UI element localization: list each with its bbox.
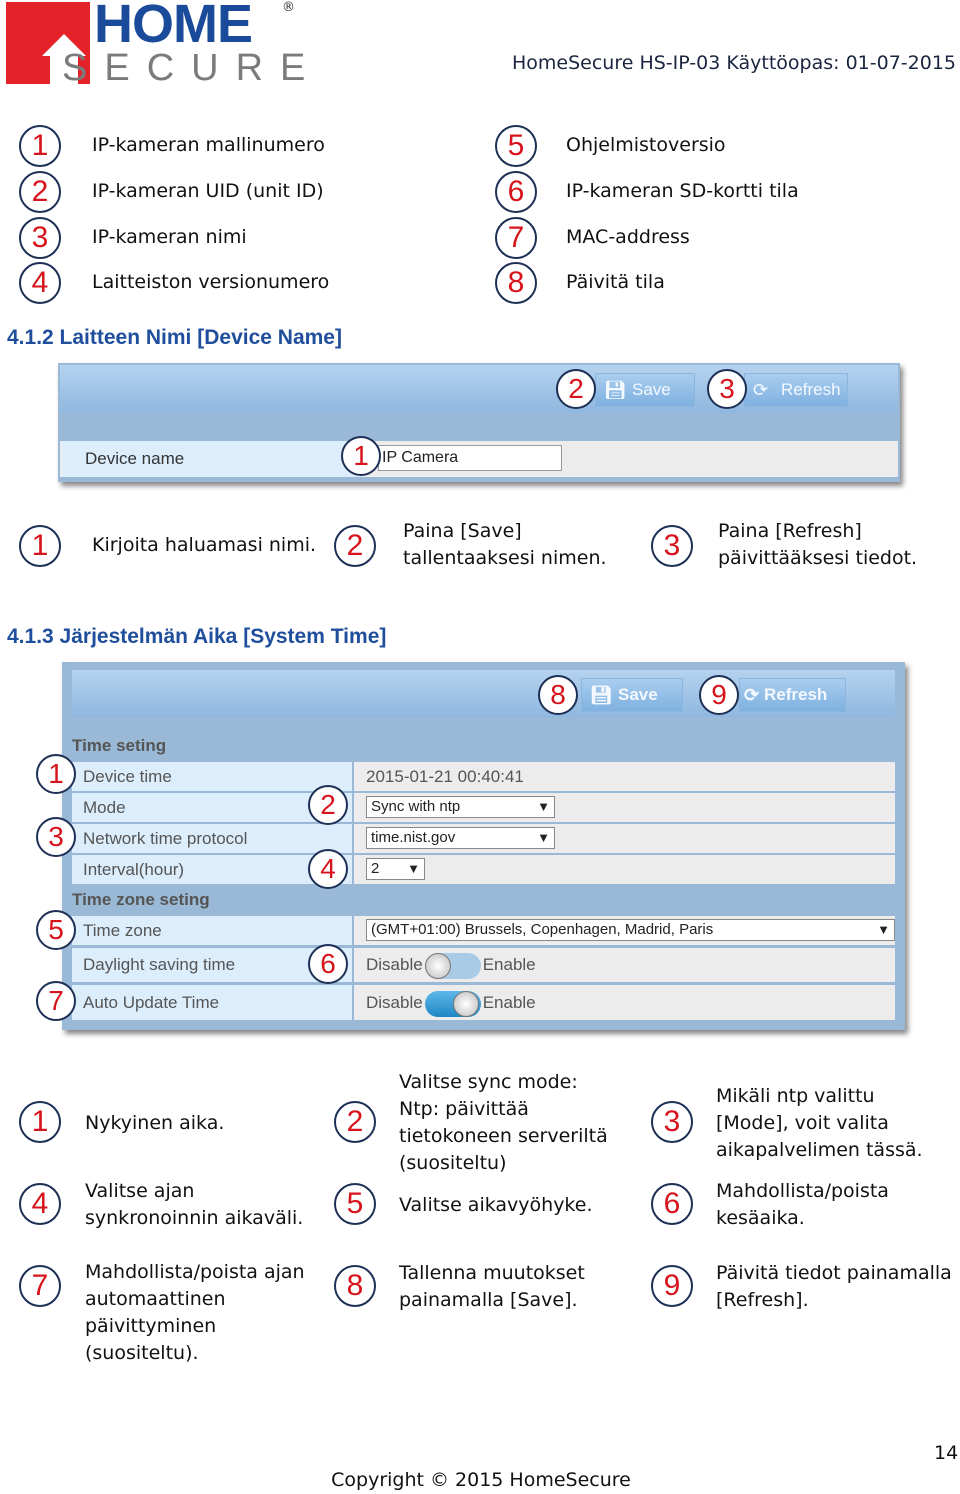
- callout-text: Päivitä tila: [566, 271, 665, 293]
- callout-badge: 9: [651, 1265, 693, 1307]
- callout-text: Tallenna muutokset painamalla [Save].: [399, 1262, 585, 1311]
- page-number: 14: [934, 1442, 959, 1464]
- callout-badge: 3: [651, 1101, 693, 1143]
- callout-badge: 2: [308, 785, 348, 825]
- callout-badge: 6: [308, 944, 348, 984]
- disable-label: Disable: [366, 955, 423, 974]
- callout-badge: 8: [334, 1265, 376, 1307]
- callout-text: Valitse aikavyöhyke.: [399, 1194, 593, 1216]
- callout-badge: 3: [19, 217, 61, 259]
- callout-badge: 3: [707, 369, 747, 409]
- dst-toggle[interactable]: [424, 952, 481, 979]
- timezone-label: Time zone: [72, 916, 352, 945]
- callout-text: Paina [Save] tallentaaksesi nimen.: [403, 520, 607, 569]
- logo-registered: ®: [282, 0, 295, 15]
- document-title: HomeSecure HS-IP-03 Käyttöopas: 01-07-20…: [511, 52, 956, 74]
- chevron-down-icon: ▼: [537, 830, 550, 845]
- save-icon: 💾︎: [604, 380, 627, 400]
- callout-text: Päivitä tiedot painamalla [Refresh].: [716, 1262, 952, 1311]
- callout-badge: 7: [19, 1265, 61, 1307]
- logo-home: HOME: [94, 0, 253, 54]
- callout-text: IP-kameran nimi: [92, 226, 247, 248]
- ntp-server-select[interactable]: time.nist.gov ▼: [366, 827, 555, 849]
- callout-badge: 5: [495, 125, 537, 167]
- callout-badge: 6: [495, 171, 537, 213]
- timezone-select[interactable]: (GMT+01:00) Brussels, Copenhagen, Madrid…: [366, 919, 895, 941]
- callout-text: Mahdollista/poista ajan automaattinen pä…: [85, 1261, 305, 1364]
- callout-badge: 8: [538, 675, 578, 715]
- callout-badge: 8: [495, 262, 537, 304]
- device-name-screenshot: 💾︎ Save ⟳ Refresh Device name IP Camera 1 …: [58, 363, 900, 482]
- auto-update-label: Auto Update Time: [72, 985, 352, 1020]
- callout-badge: 1: [19, 125, 61, 167]
- time-setting-heading: Time seting: [72, 736, 167, 755]
- callout-badge: 5: [36, 910, 76, 950]
- device-name-input[interactable]: IP Camera: [378, 445, 562, 471]
- interval-select[interactable]: 2 ▼: [366, 858, 425, 880]
- callout-badge: 1: [19, 1101, 61, 1143]
- enable-label: Enable: [482, 993, 536, 1012]
- callout-text: Paina [Refresh] päivittääksesi tiedot.: [718, 520, 918, 569]
- save-button[interactable]: 💾︎ Save: [581, 678, 683, 712]
- callout-badge: 4: [19, 1183, 61, 1225]
- callout-badge: 2: [556, 369, 596, 409]
- timezone-setting-heading: Time zone seting: [72, 890, 210, 909]
- callout-badge: 1: [19, 525, 61, 567]
- callout-text: IP-kameran mallinumero: [92, 134, 325, 156]
- chevron-down-icon: ▼: [877, 922, 890, 937]
- callout-badge: 4: [308, 849, 348, 889]
- disable-label: Disable: [366, 993, 423, 1012]
- callout-badge: 1: [341, 436, 381, 476]
- save-icon: 💾︎: [590, 685, 613, 705]
- callout-badge: 2: [334, 525, 376, 567]
- callout-badge: 7: [495, 217, 537, 259]
- callout-text: Ohjelmistoversio: [566, 134, 726, 156]
- refresh-icon: ⟳: [753, 380, 769, 400]
- copyright: Copyright © 2015 HomeSecure: [331, 1469, 631, 1491]
- logo-secure: SECURE: [62, 47, 323, 89]
- refresh-button[interactable]: ⟳ Refresh: [744, 373, 848, 407]
- refresh-icon: ⟳: [744, 685, 760, 705]
- device-time-label: Device time: [72, 762, 352, 791]
- section-heading-system-time: 4.1.3 Järjestelmän Aika [System Time]: [7, 625, 387, 648]
- callout-badge: 5: [334, 1183, 376, 1225]
- chevron-down-icon: ▼: [537, 799, 550, 814]
- callout-badge: 2: [19, 171, 61, 213]
- callout-badge: 3: [651, 525, 693, 567]
- callout-text: IP-kameran UID (unit ID): [92, 180, 324, 202]
- callout-text: MAC-address: [566, 226, 690, 248]
- refresh-button[interactable]: ⟳ Refresh: [739, 678, 846, 712]
- callout-badge: 2: [334, 1101, 376, 1143]
- callout-text: Mikäli ntp valittu [Mode], voit valita a…: [716, 1085, 923, 1161]
- section-heading-device-name: 4.1.2 Laitteen Nimi [Device Name]: [7, 326, 342, 349]
- auto-update-toggle[interactable]: [424, 990, 481, 1017]
- callout-text: Kirjoita haluamasi nimi.: [92, 534, 317, 556]
- callout-text: IP-kameran SD-kortti tila: [566, 180, 799, 202]
- callout-badge: 6: [651, 1183, 693, 1225]
- callout-text: Mahdollista/poista kesäaika.: [716, 1180, 889, 1229]
- system-time-screenshot: 💾︎ Save ⟳ Refresh Time seting Device time …: [36, 662, 905, 1030]
- callout-text: Valitse sync mode: Ntp: päivittää tietok…: [399, 1071, 608, 1174]
- save-button[interactable]: 💾︎ Save: [595, 373, 695, 407]
- enable-label: Enable: [482, 955, 536, 974]
- callout-text: Laitteiston versionumero: [92, 271, 330, 293]
- callout-badge: 1: [36, 754, 76, 794]
- mode-select[interactable]: Sync with ntp ▼: [366, 796, 555, 818]
- ntp-label: Network time protocol: [72, 824, 352, 853]
- chevron-down-icon: ▼: [407, 861, 420, 876]
- callout-text: Valitse ajan synkronoinnin aikaväli.: [85, 1180, 304, 1229]
- callout-badge: 3: [36, 817, 76, 857]
- device-name-label: Device name: [62, 441, 362, 477]
- callout-badge: 7: [36, 981, 76, 1021]
- device-time-value: 2015-01-21 00:40:41: [354, 762, 895, 791]
- callout-text: Nykyinen aika.: [85, 1112, 225, 1134]
- callout-badge: 4: [19, 262, 61, 304]
- callout-badge: 9: [699, 675, 739, 715]
